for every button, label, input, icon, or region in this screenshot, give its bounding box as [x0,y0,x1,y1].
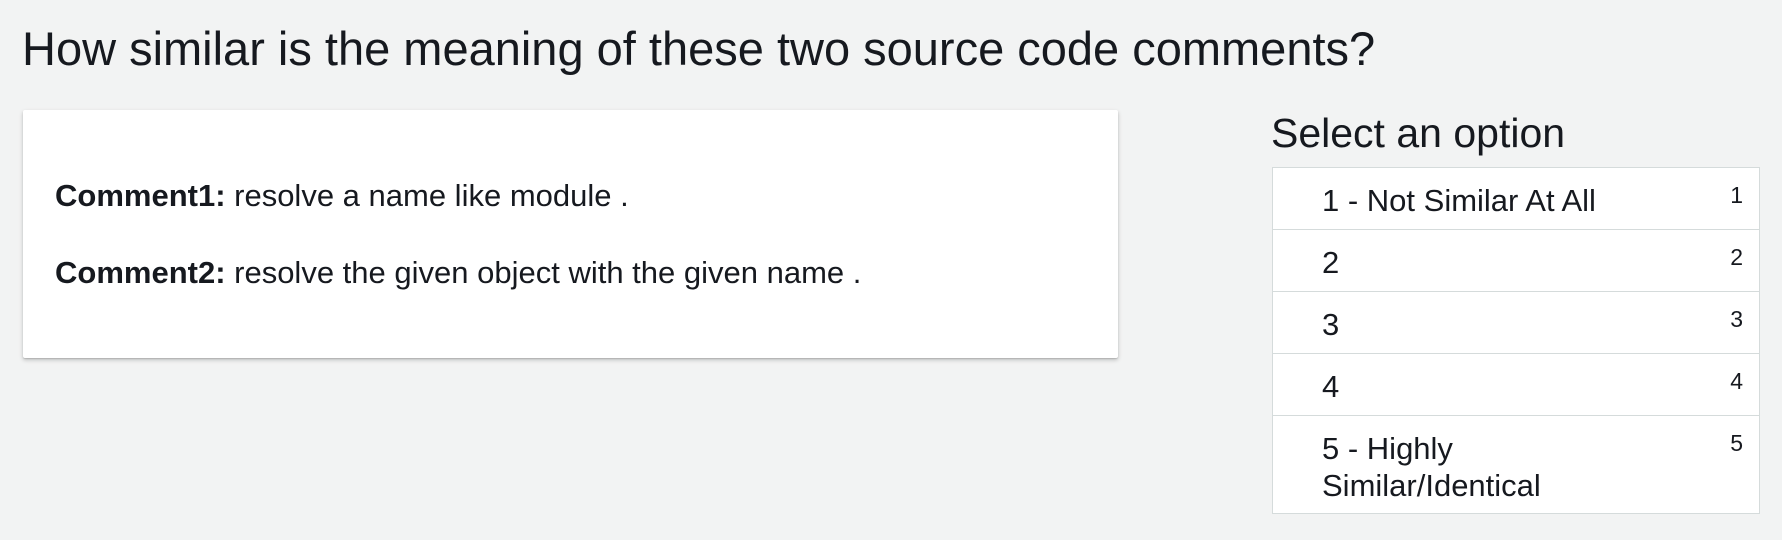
option-2[interactable]: 2 2 [1273,230,1759,292]
option-3[interactable]: 3 3 [1273,292,1759,354]
comment-1: Comment1: resolve a name like module . [55,176,629,216]
option-1-shortcut: 1 [1730,182,1743,208]
option-2-shortcut: 2 [1730,244,1743,270]
comment-2: Comment2: resolve the given object with … [55,253,861,293]
options-title: Select an option [1271,110,1566,156]
comment-2-label: Comment2: [55,255,226,290]
option-5-label: 5 - Highly Similar/Identical [1322,431,1541,503]
option-2-label: 2 [1322,245,1340,280]
comment-1-text: resolve a name like module . [225,178,629,213]
option-4-shortcut: 4 [1730,368,1743,394]
comments-card: Comment1: resolve a name like module . C… [23,110,1118,358]
question-heading: How similar is the meaning of these two … [22,22,1376,75]
options-list: 1 - Not Similar At All 1 2 2 3 3 4 4 5 -… [1272,167,1760,514]
option-4-label: 4 [1322,369,1340,404]
option-1-label: 1 - Not Similar At All [1322,183,1596,218]
comment-1-label: Comment1: [55,178,226,213]
option-5[interactable]: 5 - Highly Similar/Identical 5 [1273,416,1759,513]
option-4[interactable]: 4 4 [1273,354,1759,416]
option-3-label: 3 [1322,307,1340,342]
option-5-shortcut: 5 [1730,430,1743,456]
option-3-shortcut: 3 [1730,306,1743,332]
comment-2-text: resolve the given object with the given … [225,255,862,290]
option-1[interactable]: 1 - Not Similar At All 1 [1273,168,1759,230]
